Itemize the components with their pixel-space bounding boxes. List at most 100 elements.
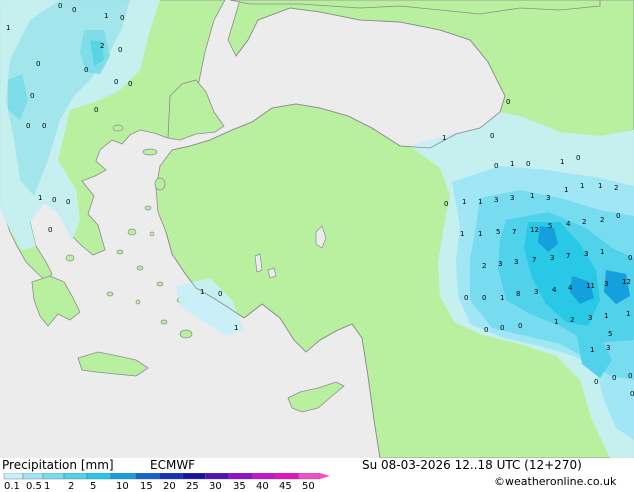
precip-value: 0 [518,322,522,330]
precip-value: 3 [606,344,610,352]
precip-value: 1 [560,158,564,166]
precip-value: 1 [234,324,238,332]
legend-swatch [22,473,44,480]
legend-tick-label: 50 [302,481,315,492]
precip-value: 12 [530,226,539,234]
precip-value: 0 [526,160,530,168]
precip-value: 0 [26,122,30,130]
precip-value: 1 [500,294,504,302]
precip-value: 0 [72,6,76,14]
precip-color-legend [3,473,330,480]
precip-value: 0 [118,46,122,54]
precip-value: 0 [84,66,88,74]
legend-swatch [182,473,206,480]
precip-value: 0 [444,200,448,208]
precip-value: 1 [590,346,594,354]
precip-value: 2 [582,218,586,226]
precip-value: 0 [464,294,468,302]
model-name: ECMWF [150,458,196,472]
legend-tick-label: 15 [140,481,153,492]
precip-value: 4 [552,286,557,294]
precip-value: 7 [566,252,570,260]
precip-value: 1 [530,192,534,200]
precip-value: 3 [584,250,588,258]
precip-value: 5 [496,228,500,236]
precip-value: 0 [594,378,598,386]
precip-value: 8 [516,290,520,298]
precip-value: 0 [612,374,616,382]
precip-value: 0 [42,122,46,130]
precipitation-map: 0 01 012 0000 0000 00 0011 010010 1 0 1 00 1 1 3 3 1 31 1 1… [0,0,634,458]
precip-value: 5 [548,222,552,230]
precip-value: 3 [550,254,554,262]
precip-value: 0 [490,132,494,140]
legend-swatch [275,473,299,480]
precip-value: 0 [30,92,34,100]
precip-value: 12 [622,278,631,286]
precip-value: 1 [554,318,558,326]
precip-value: 0 [628,372,632,380]
legend-tick-label: 2 [68,481,75,492]
precip-value: 2 [570,316,574,324]
precip-value: 0 [616,212,620,220]
legend-swatch [42,473,65,480]
precip-value: 5 [608,330,612,338]
valid-datetime: Su 08-03-2026 12..18 UTC (12+270) [362,458,582,472]
precip-value: 1 [38,194,42,202]
precip-value: 4 [566,220,571,228]
precip-value: 0 [576,154,580,162]
precip-value: 1 [604,312,608,320]
precip-value: 2 [482,262,486,270]
precip-value: 1 [600,248,604,256]
precip-value: 0 [120,14,124,22]
product-title: Precipitation [mm] [2,458,114,472]
legend-tick-label: 25 [186,481,199,492]
precip-value: 7 [512,228,516,236]
precip-value: 0 [500,324,504,332]
legend-swatch [205,473,230,480]
legend-tick-label: 30 [209,481,222,492]
legend-swatch [86,473,112,480]
precip-value: 0 [114,78,118,86]
legend-swatch [3,473,24,480]
precip-value: 1 [598,182,602,190]
precip-value: 2 [100,42,104,50]
legend-tick-label: 35 [233,481,246,492]
precip-value: 0 [506,98,510,106]
precip-value: 0 [482,294,486,302]
credit-link[interactable]: ©weatheronline.co.uk [494,475,616,488]
precip-value: 0 [52,196,56,204]
precip-value: 1 [626,310,630,318]
legend-swatch [252,473,276,480]
map-footer: Precipitation [mm] ECMWF Su 08-03-2026 1… [0,458,634,492]
precip-value: 0 [484,326,488,334]
legend-tick-label: 0.5 [26,481,42,492]
precip-value: 11 [586,282,595,290]
precip-value: 0 [58,2,62,10]
precip-value: 0 [48,226,52,234]
legend-tick-label: 0.1 [4,481,20,492]
precip-value: 1 [442,134,446,142]
precip-value: 3 [514,258,518,266]
precip-value: 0 [494,162,498,170]
legend-swatch [63,473,88,480]
precip-value: 3 [510,194,514,202]
precip-value: 0 [630,390,634,398]
precip-value: 4 [568,284,573,292]
legend-swatch [159,473,183,480]
legend-swatch [135,473,160,480]
legend-tick-label: 20 [163,481,176,492]
precip-value: 7 [532,256,536,264]
legend-swatch [228,473,253,480]
precip-value: 1 [580,182,584,190]
precip-value: 1 [460,230,464,238]
precip-value: 3 [604,280,608,288]
precip-value: 1 [564,186,568,194]
legend-tick-label: 5 [90,481,97,492]
legend-tick-label: 1 [44,481,51,492]
precip-value: 0 [218,290,222,298]
precip-value: 1 [478,230,482,238]
precip-value: 1 [6,24,10,32]
precip-value: 0 [94,106,98,114]
precip-value: 0 [128,80,132,88]
